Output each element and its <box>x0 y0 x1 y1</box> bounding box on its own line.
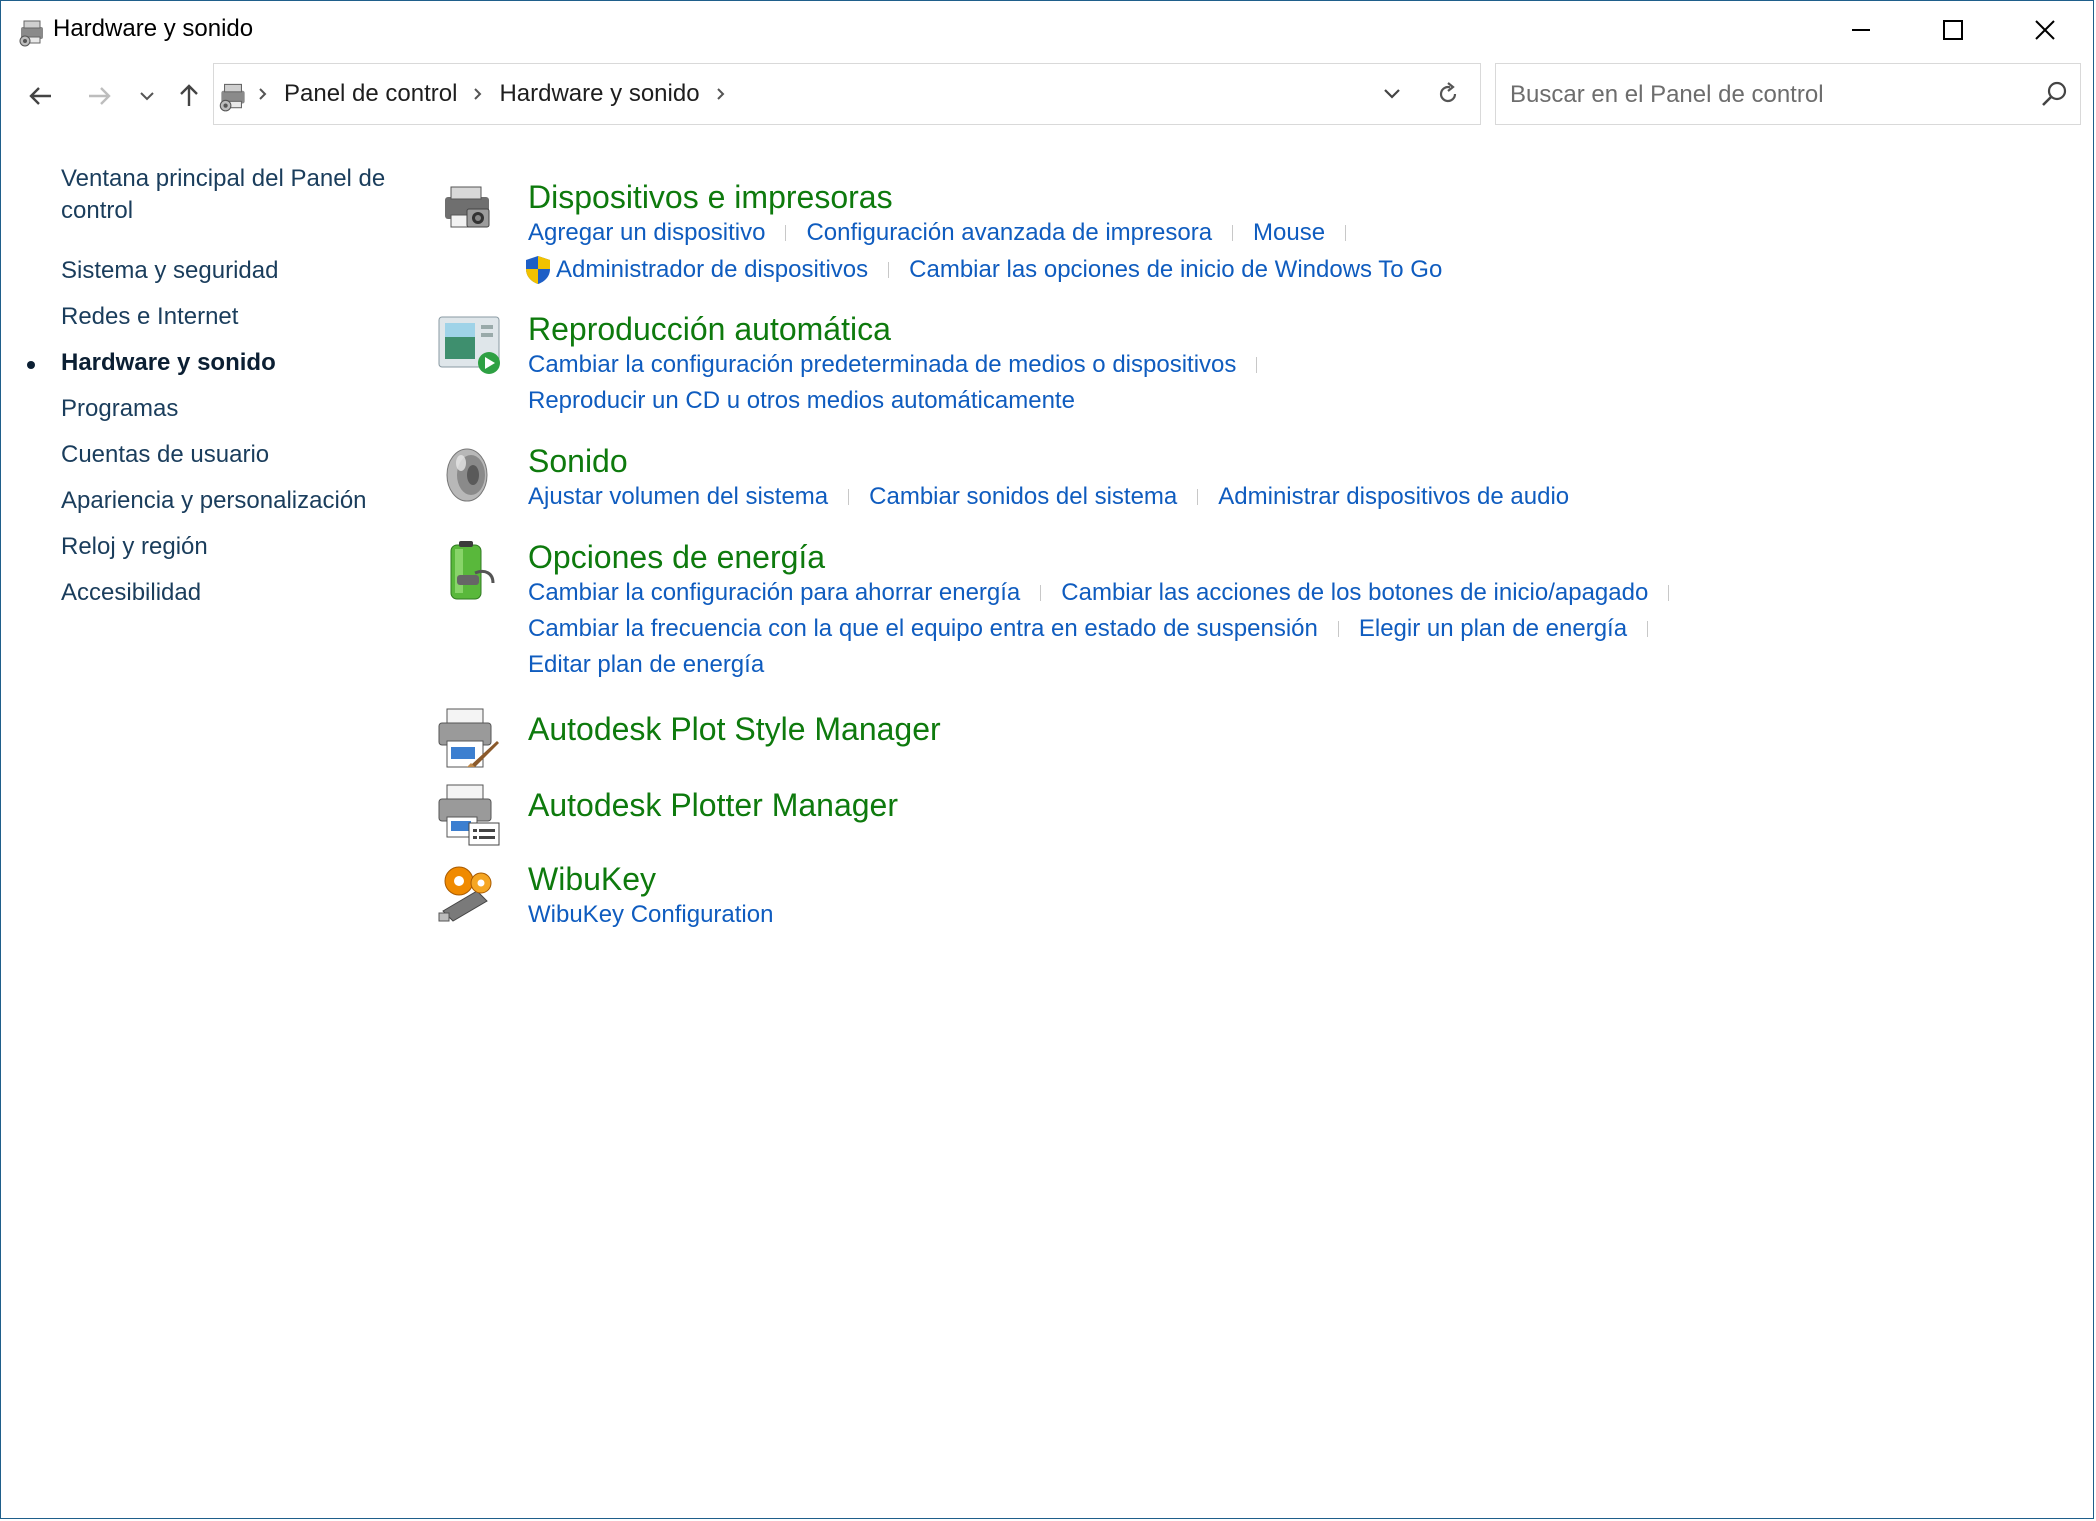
close-icon <box>2035 20 2055 40</box>
speaker-icon <box>446 448 488 502</box>
link-separator <box>1337 621 1339 637</box>
link-separator <box>848 489 850 505</box>
chevron-down-icon <box>140 92 154 101</box>
category-title-power-options[interactable]: Opciones de energía <box>528 539 825 576</box>
search-box[interactable] <box>1495 63 2081 125</box>
link-add-device[interactable]: Agregar un dispositivo <box>528 219 765 247</box>
arrow-up-icon <box>180 84 198 106</box>
sidebar-item-hardware-sound[interactable]: Hardware y sonido <box>61 347 401 379</box>
category-title-devices-printers[interactable]: Dispositivos e impresoras <box>528 179 893 216</box>
address-bar[interactable]: Panel de control Hardware y sonido <box>213 63 1481 125</box>
search-input[interactable] <box>1508 76 2032 114</box>
category-title-autoplay[interactable]: Reproducción automática <box>528 311 891 348</box>
forward-button[interactable] <box>81 77 117 115</box>
window-title: Hardware y sonido <box>53 15 254 42</box>
links-row: Reproducir un CD u otros medios automáti… <box>528 387 1075 415</box>
breadcrumb-control-panel[interactable]: Panel de control <box>284 80 457 108</box>
link-sleep-frequency[interactable]: Cambiar la frecuencia con la que el equi… <box>528 615 1318 643</box>
links-row: Cambiar la frecuencia con la que el equi… <box>528 615 1668 643</box>
arrow-right-icon <box>89 87 111 105</box>
minimize-icon <box>1852 29 1870 31</box>
link-wibukey-configuration[interactable]: WibuKey Configuration <box>528 901 773 929</box>
breadcrumb: Panel de control Hardware y sonido <box>258 64 742 124</box>
category-title-plot-style-manager[interactable]: Autodesk Plot Style Manager <box>528 711 941 748</box>
link-separator <box>1668 585 1670 601</box>
maximize-icon <box>1943 20 1963 40</box>
sidebar-item-network-internet[interactable]: Redes e Internet <box>61 301 401 333</box>
links-row: WibuKey Configuration <box>528 901 773 929</box>
maximize-button[interactable] <box>1907 1 1999 59</box>
link-change-system-sounds[interactable]: Cambiar sonidos del sistema <box>869 483 1177 511</box>
links-row: Administrador de dispositivos Cambiar la… <box>524 255 1442 285</box>
battery-power-icon <box>450 541 495 600</box>
up-button[interactable] <box>171 77 207 115</box>
links-row: Editar plan de energía <box>528 651 764 679</box>
link-separator <box>1040 585 1042 601</box>
sidebar-item-system-security[interactable]: Sistema y seguridad <box>61 255 401 287</box>
chevron-down-icon <box>1384 89 1400 99</box>
title-bar: Hardware y sonido <box>1 1 2093 59</box>
sidebar-item-accessibility[interactable]: Accesibilidad <box>61 577 401 609</box>
category-title-sound[interactable]: Sonido <box>528 443 628 480</box>
sidebar-item-control-panel-home[interactable]: Ventana principal del Panel de control <box>61 163 401 227</box>
uac-shield-icon <box>526 256 550 284</box>
link-change-default-media[interactable]: Cambiar la configuración predeterminada … <box>528 351 1236 379</box>
link-separator <box>1197 489 1199 505</box>
control-panel-window: Hardware y sonido Panel de control Hardw… <box>0 0 2094 1519</box>
close-button[interactable] <box>1999 1 2091 59</box>
breadcrumb-hardware-sound[interactable]: Hardware y sonido <box>499 80 699 108</box>
plot-style-printer-icon <box>438 708 499 768</box>
links-row: Cambiar la configuración predeterminada … <box>528 351 1277 379</box>
link-separator <box>888 262 890 278</box>
link-device-manager[interactable]: Administrador de dispositivos <box>556 256 868 284</box>
link-separator <box>785 225 787 241</box>
link-separator <box>1232 225 1234 241</box>
link-separator <box>1647 621 1649 637</box>
link-separator <box>1256 357 1258 373</box>
link-power-button-actions[interactable]: Cambiar las acciones de los botones de i… <box>1061 579 1648 607</box>
link-mouse[interactable]: Mouse <box>1253 219 1325 247</box>
chevron-right-icon[interactable] <box>258 87 268 101</box>
link-adjust-system-volume[interactable]: Ajustar volumen del sistema <box>528 483 828 511</box>
link-play-cd-automatically[interactable]: Reproducir un CD u otros medios automáti… <box>528 387 1075 415</box>
category-title-plotter-manager[interactable]: Autodesk Plotter Manager <box>528 787 898 824</box>
wibukey-gears-icon <box>438 866 492 922</box>
search-icon[interactable] <box>2040 80 2068 108</box>
link-windows-to-go[interactable]: Cambiar las opciones de inicio de Window… <box>909 256 1442 284</box>
sidebar-item-user-accounts[interactable]: Cuentas de usuario <box>61 439 401 471</box>
recent-locations-button[interactable] <box>129 77 165 115</box>
plotter-manager-icon <box>438 784 500 846</box>
links-row: Ajustar volumen del sistema Cambiar soni… <box>528 483 1569 511</box>
link-advanced-printer-setup[interactable]: Configuración avanzada de impresora <box>806 219 1212 247</box>
links-row: Agregar un dispositivo Configuración ava… <box>528 219 1366 247</box>
link-manage-audio-devices[interactable]: Administrar dispositivos de audio <box>1218 483 1569 511</box>
refresh-button[interactable] <box>1415 63 1481 125</box>
sidebar-item-appearance[interactable]: Apariencia y personalización <box>61 485 401 517</box>
hardware-sound-icon <box>19 20 43 47</box>
links-row: Cambiar la configuración para ahorrar en… <box>528 579 1689 607</box>
link-power-saving-settings[interactable]: Cambiar la configuración para ahorrar en… <box>528 579 1020 607</box>
back-button[interactable] <box>23 77 59 115</box>
minimize-button[interactable] <box>1815 1 1907 59</box>
link-edit-power-plan[interactable]: Editar plan de energía <box>528 651 764 679</box>
category-title-wibukey[interactable]: WibuKey <box>528 861 656 898</box>
devices-printers-icon <box>445 186 490 228</box>
arrow-left-icon <box>29 87 51 105</box>
active-indicator-dot <box>27 361 35 369</box>
refresh-icon <box>1439 82 1456 103</box>
sidebar-item-clock-region[interactable]: Reloj y región <box>61 531 401 563</box>
autoplay-icon <box>438 316 500 374</box>
chevron-right-icon[interactable] <box>473 87 483 101</box>
chevron-right-icon[interactable] <box>716 87 726 101</box>
link-choose-power-plan[interactable]: Elegir un plan de energía <box>1359 615 1627 643</box>
link-separator <box>1345 225 1347 241</box>
sidebar-item-programs[interactable]: Programas <box>61 393 401 425</box>
hardware-sound-icon <box>219 83 245 112</box>
